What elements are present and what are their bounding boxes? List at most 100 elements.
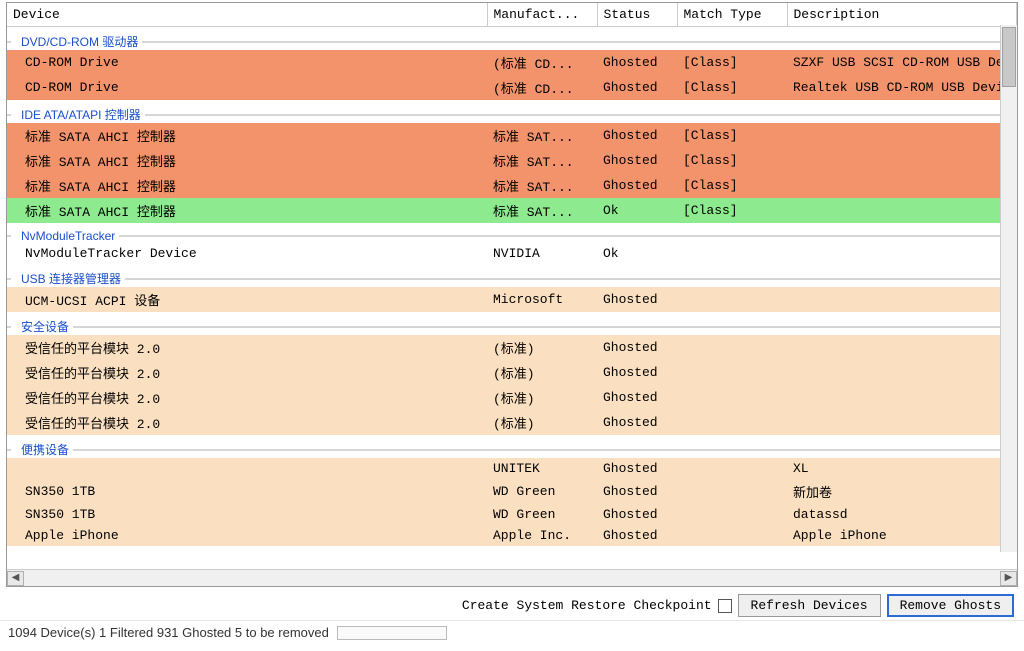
cell-device: 受信任的平台模块 2.0 bbox=[7, 385, 487, 410]
cell-description: datassd bbox=[787, 504, 1017, 525]
cell-device: Apple iPhone bbox=[7, 525, 487, 546]
table-row[interactable]: 受信任的平台模块 2.0(标准)Ghosted bbox=[7, 360, 1017, 385]
cell-manufacturer: 标准 SAT... bbox=[487, 173, 597, 198]
cell-manufacturer: WD Green bbox=[487, 479, 597, 504]
cell-match-type: [Class] bbox=[677, 50, 787, 75]
cell-description bbox=[787, 173, 1017, 198]
cell-status: Ghosted bbox=[597, 173, 677, 198]
cell-description bbox=[787, 360, 1017, 385]
scroll-right-arrow-icon[interactable]: ▶ bbox=[1000, 571, 1017, 586]
cell-description: Realtek USB CD-ROM USB Devic bbox=[787, 75, 1017, 100]
cell-status: Ghosted bbox=[597, 148, 677, 173]
cell-status: Ghosted bbox=[597, 50, 677, 75]
cell-manufacturer: NVIDIA bbox=[487, 243, 597, 264]
refresh-devices-button[interactable]: Refresh Devices bbox=[738, 594, 881, 617]
category-divider bbox=[7, 278, 1017, 280]
category-label: IDE ATA/ATAPI 控制器 bbox=[11, 108, 145, 122]
cell-manufacturer: WD Green bbox=[487, 504, 597, 525]
cell-description bbox=[787, 198, 1017, 223]
cell-device: 标准 SATA AHCI 控制器 bbox=[7, 198, 487, 223]
status-progress-bar bbox=[337, 626, 447, 640]
horizontal-scrollbar[interactable]: ◀ ▶ bbox=[7, 569, 1017, 586]
category-row[interactable]: USB 连接器管理器 bbox=[7, 264, 1017, 287]
cell-match-type bbox=[677, 525, 787, 546]
vertical-scrollbar-thumb[interactable] bbox=[1002, 27, 1016, 87]
category-label: USB 连接器管理器 bbox=[11, 272, 125, 286]
cell-device: 标准 SATA AHCI 控制器 bbox=[7, 173, 487, 198]
table-row[interactable]: 标准 SATA AHCI 控制器标准 SAT...Ghosted[Class] bbox=[7, 123, 1017, 148]
cell-match-type bbox=[677, 479, 787, 504]
category-divider bbox=[7, 326, 1017, 328]
cell-status: Ghosted bbox=[597, 123, 677, 148]
table-row[interactable]: 受信任的平台模块 2.0(标准)Ghosted bbox=[7, 410, 1017, 435]
cell-device: CD-ROM Drive bbox=[7, 50, 487, 75]
cell-device: 受信任的平台模块 2.0 bbox=[7, 335, 487, 360]
cell-description bbox=[787, 385, 1017, 410]
cell-device: SN350 1TB bbox=[7, 504, 487, 525]
table-row[interactable]: UCM-UCSI ACPI 设备MicrosoftGhosted bbox=[7, 287, 1017, 312]
cell-match-type bbox=[677, 410, 787, 435]
table-row[interactable]: 标准 SATA AHCI 控制器标准 SAT...Ghosted[Class] bbox=[7, 173, 1017, 198]
cell-description: 新加卷 bbox=[787, 479, 1017, 504]
category-divider bbox=[7, 114, 1017, 116]
col-header-manufacturer[interactable]: Manufact... bbox=[487, 3, 597, 27]
category-label: 安全设备 bbox=[11, 320, 73, 334]
table-row[interactable]: NvModuleTracker DeviceNVIDIAOk bbox=[7, 243, 1017, 264]
cell-manufacturer: UNITEK bbox=[487, 458, 597, 479]
device-table: Device Manufact... Status Match Type Des… bbox=[7, 3, 1017, 546]
category-row[interactable]: 便携设备 bbox=[7, 435, 1017, 458]
table-row[interactable]: SN350 1TBWD GreenGhosted新加卷 bbox=[7, 479, 1017, 504]
category-row[interactable]: NvModuleTracker bbox=[7, 223, 1017, 243]
status-bar: 1094 Device(s) 1 Filtered 931 Ghosted 5 … bbox=[0, 620, 1024, 644]
cell-manufacturer: 标准 SAT... bbox=[487, 198, 597, 223]
cell-match-type: [Class] bbox=[677, 198, 787, 223]
cell-manufacturer: 标准 SAT... bbox=[487, 123, 597, 148]
table-row[interactable]: 受信任的平台模块 2.0(标准)Ghosted bbox=[7, 385, 1017, 410]
col-header-device[interactable]: Device bbox=[7, 3, 487, 27]
table-row[interactable]: 标准 SATA AHCI 控制器标准 SAT...Ghosted[Class] bbox=[7, 148, 1017, 173]
cell-manufacturer: (标准) bbox=[487, 360, 597, 385]
cell-description: XL bbox=[787, 458, 1017, 479]
horizontal-scrollbar-track[interactable] bbox=[24, 571, 1000, 586]
table-row[interactable]: SN350 1TBWD GreenGhosteddatassd bbox=[7, 504, 1017, 525]
cell-status: Ghosted bbox=[597, 410, 677, 435]
device-table-scroll[interactable]: Device Manufact... Status Match Type Des… bbox=[7, 3, 1017, 569]
remove-ghosts-button[interactable]: Remove Ghosts bbox=[887, 594, 1014, 617]
cell-manufacturer: (标准) bbox=[487, 410, 597, 435]
cell-status: Ok bbox=[597, 243, 677, 264]
table-row[interactable]: UNITEKGhostedXL bbox=[7, 458, 1017, 479]
col-header-match-type[interactable]: Match Type bbox=[677, 3, 787, 27]
cell-status: Ghosted bbox=[597, 479, 677, 504]
cell-match-type bbox=[677, 287, 787, 312]
vertical-scrollbar[interactable] bbox=[1000, 25, 1017, 552]
scroll-left-arrow-icon[interactable]: ◀ bbox=[7, 571, 24, 586]
bottom-toolbar: Create System Restore Checkpoint Refresh… bbox=[0, 591, 1024, 620]
table-row[interactable]: Apple iPhoneApple Inc.GhostedApple iPhon… bbox=[7, 525, 1017, 546]
category-row[interactable]: 安全设备 bbox=[7, 312, 1017, 335]
category-label: 便携设备 bbox=[11, 443, 73, 457]
cell-device: 标准 SATA AHCI 控制器 bbox=[7, 123, 487, 148]
cell-status: Ok bbox=[597, 198, 677, 223]
cell-manufacturer: 标准 SAT... bbox=[487, 148, 597, 173]
category-divider bbox=[7, 235, 1017, 237]
cell-description: SZXF USB SCSI CD-ROM USB Dev bbox=[787, 50, 1017, 75]
table-row[interactable]: CD-ROM Drive(标准 CD...Ghosted[Class]Realt… bbox=[7, 75, 1017, 100]
cell-match-type: [Class] bbox=[677, 173, 787, 198]
cell-match-type: [Class] bbox=[677, 75, 787, 100]
table-row[interactable]: 受信任的平台模块 2.0(标准)Ghosted bbox=[7, 335, 1017, 360]
restore-checkpoint-checkbox[interactable] bbox=[718, 599, 732, 613]
col-header-description[interactable]: Description bbox=[787, 3, 1017, 27]
cell-description bbox=[787, 335, 1017, 360]
cell-description bbox=[787, 123, 1017, 148]
cell-manufacturer: (标准 CD... bbox=[487, 50, 597, 75]
table-row[interactable]: CD-ROM Drive(标准 CD...Ghosted[Class]SZXF … bbox=[7, 50, 1017, 75]
category-divider bbox=[7, 41, 1017, 43]
category-row[interactable]: DVD/CD-ROM 驱动器 bbox=[7, 27, 1017, 51]
cell-manufacturer: Microsoft bbox=[487, 287, 597, 312]
category-row[interactable]: IDE ATA/ATAPI 控制器 bbox=[7, 100, 1017, 123]
cell-manufacturer: Apple Inc. bbox=[487, 525, 597, 546]
cell-match-type bbox=[677, 458, 787, 479]
cell-manufacturer: (标准) bbox=[487, 385, 597, 410]
table-row[interactable]: 标准 SATA AHCI 控制器标准 SAT...Ok[Class] bbox=[7, 198, 1017, 223]
col-header-status[interactable]: Status bbox=[597, 3, 677, 27]
